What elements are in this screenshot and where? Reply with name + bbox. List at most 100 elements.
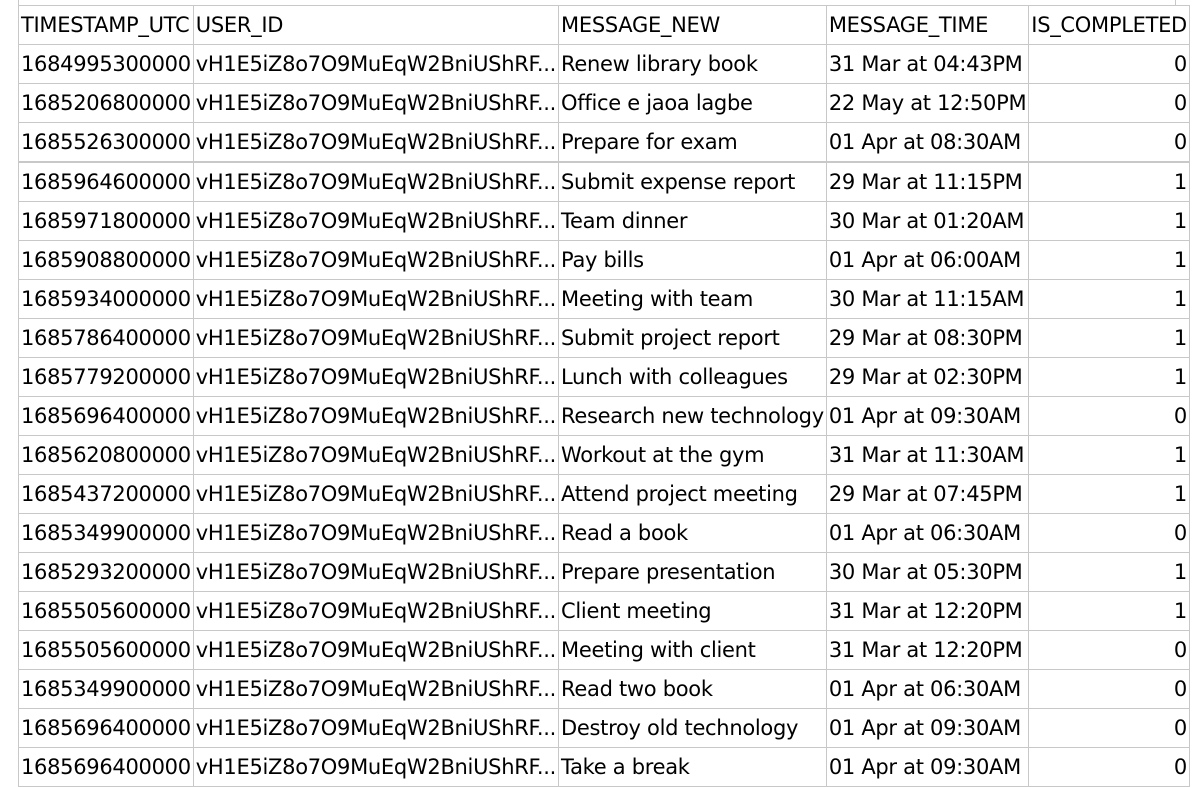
is-completed-cell[interactable]: 1 bbox=[1028, 201, 1190, 241]
is-completed-cell[interactable]: 0 bbox=[1028, 122, 1190, 163]
is-completed-cell[interactable]: 1 bbox=[1028, 552, 1190, 592]
user-id-cell[interactable]: vH1E5iZ8o7O9MuEqW2BniUShRF... bbox=[192, 669, 560, 709]
table-row[interactable]: 1685437200000 vH1E5iZ8o7O9MuEqW2BniUShRF.… bbox=[18, 474, 1190, 514]
timestamp-cell[interactable]: 1685206800000 bbox=[18, 83, 194, 123]
timestamp-cell[interactable]: 1685786400000 bbox=[18, 318, 194, 358]
table-row[interactable]: 1685293200000 vH1E5iZ8o7O9MuEqW2BniUShRF.… bbox=[18, 552, 1190, 592]
message-cell[interactable]: Pay bills bbox=[558, 240, 827, 280]
table-row[interactable]: 1685505600000 vH1E5iZ8o7O9MuEqW2BniUShRF.… bbox=[18, 630, 1190, 670]
table-row[interactable]: 1684995300000 vH1E5iZ8o7O9MuEqW2BniUShRF.… bbox=[18, 44, 1190, 84]
table-row[interactable]: 1685696400000 vH1E5iZ8o7O9MuEqW2BniUShRF.… bbox=[18, 708, 1190, 748]
message-cell[interactable]: Team dinner bbox=[558, 201, 827, 241]
user-id-cell[interactable]: vH1E5iZ8o7O9MuEqW2BniUShRF... bbox=[192, 318, 560, 358]
is-completed-cell[interactable]: 1 bbox=[1028, 357, 1190, 397]
column-header-message[interactable]: MESSAGE_NEW bbox=[558, 5, 827, 45]
table-row[interactable]: 1685971800000 vH1E5iZ8o7O9MuEqW2BniUShRF.… bbox=[18, 201, 1190, 241]
message-time-cell[interactable]: 01 Apr at 06:30AM bbox=[825, 513, 1030, 553]
is-completed-cell[interactable]: 1 bbox=[1028, 279, 1190, 319]
message-time-cell[interactable]: 22 May at 12:50PM bbox=[825, 83, 1030, 123]
table-row[interactable]: 1685964600000 vH1E5iZ8o7O9MuEqW2BniUShRF.… bbox=[18, 161, 1190, 202]
message-cell[interactable]: Destroy old technology bbox=[558, 708, 827, 748]
table-row[interactable]: 1685934000000 vH1E5iZ8o7O9MuEqW2BniUShRF.… bbox=[18, 279, 1190, 319]
message-cell[interactable]: Attend project meeting bbox=[558, 474, 827, 514]
message-time-cell[interactable]: 29 Mar at 07:45PM bbox=[825, 474, 1030, 514]
message-time-cell[interactable]: 29 Mar at 11:15PM bbox=[825, 161, 1030, 202]
message-time-cell[interactable]: 30 Mar at 05:30PM bbox=[825, 552, 1030, 592]
message-cell[interactable]: Client meeting bbox=[558, 591, 827, 631]
message-cell[interactable]: Meeting with client bbox=[558, 630, 827, 670]
user-id-cell[interactable]: vH1E5iZ8o7O9MuEqW2BniUShRF... bbox=[192, 552, 560, 592]
user-id-cell[interactable]: vH1E5iZ8o7O9MuEqW2BniUShRF... bbox=[192, 708, 560, 748]
message-cell[interactable]: Submit project report bbox=[558, 318, 827, 358]
is-completed-cell[interactable]: 0 bbox=[1028, 396, 1190, 436]
is-completed-cell[interactable]: 0 bbox=[1028, 630, 1190, 670]
is-completed-cell[interactable]: 1 bbox=[1028, 435, 1190, 475]
is-completed-cell[interactable]: 0 bbox=[1028, 708, 1190, 748]
timestamp-cell[interactable]: 1685964600000 bbox=[18, 161, 194, 202]
table-row[interactable]: 1685620800000 vH1E5iZ8o7O9MuEqW2BniUShRF.… bbox=[18, 435, 1190, 475]
message-time-cell[interactable]: 29 Mar at 02:30PM bbox=[825, 357, 1030, 397]
table-row[interactable]: 1685349900000 vH1E5iZ8o7O9MuEqW2BniUShRF.… bbox=[18, 513, 1190, 553]
timestamp-cell[interactable]: 1685696400000 bbox=[18, 708, 194, 748]
message-cell[interactable]: Read a book bbox=[558, 513, 827, 553]
timestamp-cell[interactable]: 1685293200000 bbox=[18, 552, 194, 592]
user-id-cell[interactable]: vH1E5iZ8o7O9MuEqW2BniUShRF... bbox=[192, 161, 560, 202]
user-id-cell[interactable]: vH1E5iZ8o7O9MuEqW2BniUShRF... bbox=[192, 474, 560, 514]
timestamp-cell[interactable]: 1685526300000 bbox=[18, 122, 194, 163]
timestamp-cell[interactable]: 1685349900000 bbox=[18, 669, 194, 709]
message-cell[interactable]: Prepare presentation bbox=[558, 552, 827, 592]
message-time-cell[interactable]: 01 Apr at 06:00AM bbox=[825, 240, 1030, 280]
message-cell[interactable]: Meeting with team bbox=[558, 279, 827, 319]
is-completed-cell[interactable]: 1 bbox=[1028, 318, 1190, 358]
table-row[interactable]: 1685908800000 vH1E5iZ8o7O9MuEqW2BniUShRF.… bbox=[18, 240, 1190, 280]
message-time-cell[interactable]: 31 Mar at 12:20PM bbox=[825, 591, 1030, 631]
message-time-cell[interactable]: 29 Mar at 08:30PM bbox=[825, 318, 1030, 358]
user-id-cell[interactable]: vH1E5iZ8o7O9MuEqW2BniUShRF... bbox=[192, 279, 560, 319]
message-time-cell[interactable]: 31 Mar at 12:20PM bbox=[825, 630, 1030, 670]
user-id-cell[interactable]: vH1E5iZ8o7O9MuEqW2BniUShRF... bbox=[192, 44, 560, 84]
timestamp-cell[interactable]: 1685779200000 bbox=[18, 357, 194, 397]
message-time-cell[interactable]: 30 Mar at 01:20AM bbox=[825, 201, 1030, 241]
message-time-cell[interactable]: 31 Mar at 11:30AM bbox=[825, 435, 1030, 475]
user-id-cell[interactable]: vH1E5iZ8o7O9MuEqW2BniUShRF... bbox=[192, 83, 560, 123]
message-time-cell[interactable]: 01 Apr at 06:30AM bbox=[825, 669, 1030, 709]
message-time-cell[interactable]: 01 Apr at 09:30AM bbox=[825, 396, 1030, 436]
message-time-cell[interactable]: 01 Apr at 08:30AM bbox=[825, 122, 1030, 163]
is-completed-cell[interactable]: 1 bbox=[1028, 240, 1190, 280]
timestamp-cell[interactable]: 1685505600000 bbox=[18, 630, 194, 670]
user-id-cell[interactable]: vH1E5iZ8o7O9MuEqW2BniUShRF... bbox=[192, 201, 560, 241]
timestamp-cell[interactable]: 1685620800000 bbox=[18, 435, 194, 475]
table-row[interactable]: 1685526300000 vH1E5iZ8o7O9MuEqW2BniUShRF.… bbox=[18, 122, 1190, 163]
user-id-cell[interactable]: vH1E5iZ8o7O9MuEqW2BniUShRF... bbox=[192, 591, 560, 631]
table-row[interactable]: 1685349900000 vH1E5iZ8o7O9MuEqW2BniUShRF.… bbox=[18, 669, 1190, 709]
table-row[interactable]: 1685786400000 vH1E5iZ8o7O9MuEqW2BniUShRF.… bbox=[18, 318, 1190, 358]
is-completed-cell[interactable]: 1 bbox=[1028, 161, 1190, 202]
user-id-cell[interactable]: vH1E5iZ8o7O9MuEqW2BniUShRF... bbox=[192, 122, 560, 163]
message-cell[interactable]: Read two book bbox=[558, 669, 827, 709]
message-cell[interactable]: Renew library book bbox=[558, 44, 827, 84]
message-time-cell[interactable]: 01 Apr at 09:30AM bbox=[825, 708, 1030, 748]
is-completed-cell[interactable]: 0 bbox=[1028, 44, 1190, 84]
column-header-message-time[interactable]: MESSAGE_TIME bbox=[825, 5, 1030, 45]
user-id-cell[interactable]: vH1E5iZ8o7O9MuEqW2BniUShRF... bbox=[192, 630, 560, 670]
is-completed-cell[interactable]: 0 bbox=[1028, 513, 1190, 553]
table-row[interactable]: 1685206800000 vH1E5iZ8o7O9MuEqW2BniUShRF.… bbox=[18, 83, 1190, 123]
user-id-cell[interactable]: vH1E5iZ8o7O9MuEqW2BniUShRF... bbox=[192, 396, 560, 436]
timestamp-cell[interactable]: 1684995300000 bbox=[18, 44, 194, 84]
message-cell[interactable]: Workout at the gym bbox=[558, 435, 827, 475]
timestamp-cell[interactable]: 1685971800000 bbox=[18, 201, 194, 241]
timestamp-cell[interactable]: 1685696400000 bbox=[18, 396, 194, 436]
timestamp-cell[interactable]: 1685908800000 bbox=[18, 240, 194, 280]
message-time-cell[interactable]: 30 Mar at 11:15AM bbox=[825, 279, 1030, 319]
is-completed-cell[interactable]: 0 bbox=[1028, 83, 1190, 123]
user-id-cell[interactable]: vH1E5iZ8o7O9MuEqW2BniUShRF... bbox=[192, 513, 560, 553]
column-header-timestamp[interactable]: TIMESTAMP_UTC bbox=[18, 5, 194, 45]
message-cell[interactable]: Submit expense report bbox=[558, 161, 827, 202]
timestamp-cell[interactable]: 1685437200000 bbox=[18, 474, 194, 514]
message-time-cell[interactable]: 31 Mar at 04:43PM bbox=[825, 44, 1030, 84]
is-completed-cell[interactable]: 1 bbox=[1028, 591, 1190, 631]
table-row[interactable]: 1685505600000 vH1E5iZ8o7O9MuEqW2BniUShRF.… bbox=[18, 591, 1190, 631]
user-id-cell[interactable]: vH1E5iZ8o7O9MuEqW2BniUShRF... bbox=[192, 435, 560, 475]
message-cell[interactable]: Research new technology bbox=[558, 396, 827, 436]
message-cell[interactable]: Prepare for exam bbox=[558, 122, 827, 163]
